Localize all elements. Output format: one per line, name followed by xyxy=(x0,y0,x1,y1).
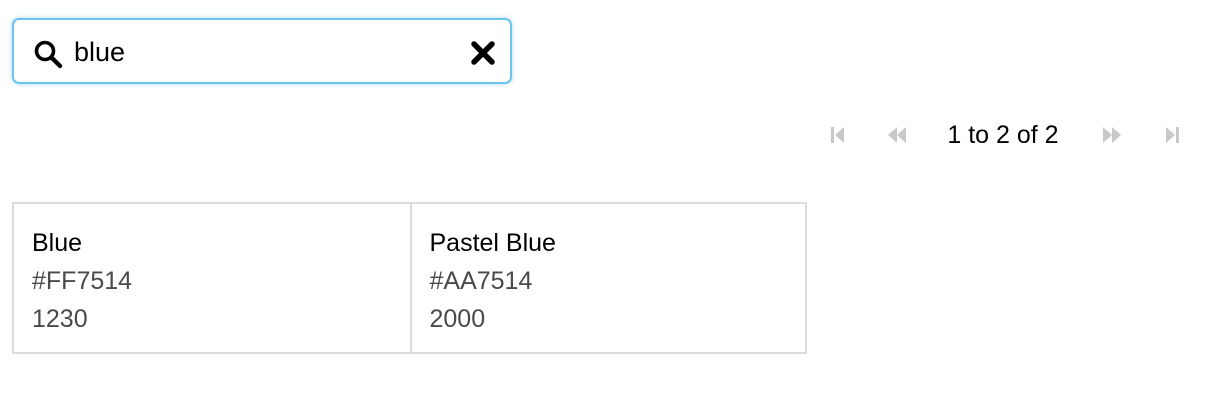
color-hex: #AA7514 xyxy=(429,267,533,295)
result-card[interactable]: Pastel Blue #AA7514 2000 xyxy=(409,204,806,352)
color-name: Blue xyxy=(32,229,83,257)
results-grid: Blue #FF7514 1230 Pastel Blue #AA7514 20… xyxy=(12,202,807,354)
color-value: 1230 xyxy=(32,305,88,333)
color-hex: #FF7514 xyxy=(32,267,133,295)
search-input[interactable] xyxy=(74,31,454,73)
search-box[interactable] xyxy=(12,18,512,84)
color-value: 2000 xyxy=(429,305,486,333)
pagination: 1 to 2 of 2 xyxy=(820,118,1200,152)
search-icon xyxy=(34,40,63,69)
close-icon[interactable] xyxy=(470,40,496,66)
pagination-summary: 1 to 2 of 2 xyxy=(947,121,1059,149)
page: 1 to 2 of 2 Blue #FF7514 1230 Pastel Blu… xyxy=(0,0,1224,400)
previous-page-icon[interactable] xyxy=(884,123,910,147)
next-page-icon[interactable] xyxy=(1099,123,1125,147)
first-page-icon[interactable] xyxy=(824,123,850,147)
color-name: Pastel Blue xyxy=(429,229,556,257)
last-page-icon[interactable] xyxy=(1160,123,1186,147)
result-card[interactable]: Blue #FF7514 1230 xyxy=(14,204,410,352)
